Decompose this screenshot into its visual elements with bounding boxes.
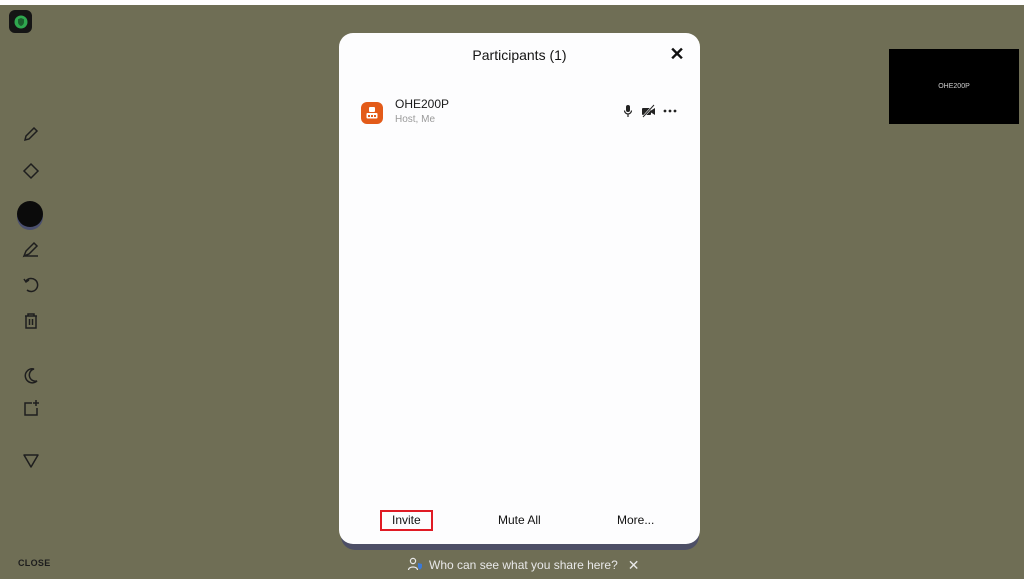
close-icon[interactable]: ✕	[628, 557, 640, 574]
filter-icon[interactable]	[20, 450, 42, 472]
microphone-icon[interactable]	[623, 104, 633, 118]
security-shield-icon[interactable]	[9, 10, 32, 33]
thumbnail-name: OHE200P	[938, 83, 970, 90]
add-page-icon[interactable]	[20, 397, 42, 419]
panel-title: Participants (1)	[472, 47, 567, 63]
undo-icon[interactable]	[20, 274, 42, 296]
highlighter-icon[interactable]	[20, 238, 42, 260]
share-visibility-bar[interactable]: Who can see what you share here? ✕	[407, 557, 640, 573]
avatar	[361, 102, 383, 124]
pencil-icon[interactable]	[20, 123, 42, 145]
close-icon[interactable]: ✕	[669, 45, 685, 63]
dark-mode-icon[interactable]	[20, 365, 42, 387]
participant-role: Host, Me	[395, 114, 436, 125]
more-icon[interactable]	[663, 104, 677, 118]
video-off-icon[interactable]	[641, 104, 657, 118]
more-button[interactable]: More...	[617, 513, 654, 527]
invite-button[interactable]: Invite	[380, 510, 433, 531]
pen-color-picker[interactable]	[17, 201, 43, 227]
video-thumbnail[interactable]: OHE200P	[889, 49, 1019, 124]
trash-icon[interactable]	[20, 310, 42, 332]
participant-row[interactable]: OHE200P Host, Me	[339, 95, 700, 129]
people-shield-icon	[407, 557, 423, 574]
eraser-icon[interactable]	[20, 160, 42, 182]
participants-panel: Participants (1) ✕ OHE200P Host, Me Invi…	[339, 33, 700, 544]
mute-all-button[interactable]: Mute All	[498, 513, 541, 527]
share-hint-text: Who can see what you share here?	[429, 558, 618, 572]
participant-name: OHE200P	[395, 97, 450, 111]
close-whiteboard-button[interactable]: CLOSE	[18, 558, 51, 568]
